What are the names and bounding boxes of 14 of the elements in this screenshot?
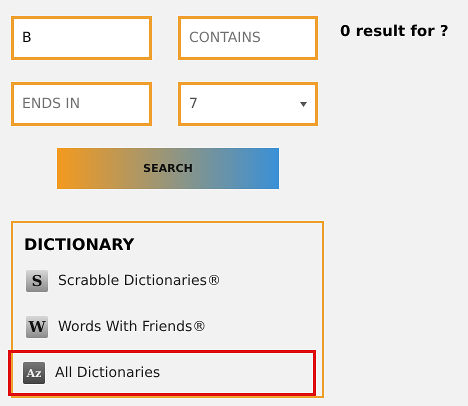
- caret-icon: [300, 102, 307, 106]
- text-field[interactable]: CONTAINS: [178, 16, 318, 60]
- dictionary-item[interactable]: S Scrabble Dictionaries®: [13, 258, 322, 304]
- dictionary-item[interactable]: W Words With Friends®: [13, 304, 322, 350]
- dictionary-item[interactable]: Az All Dictionaries: [8, 350, 316, 396]
- letter-tile-icon: Az: [23, 362, 45, 384]
- panel-title: DICTIONARY: [24, 235, 134, 254]
- letters-field[interactable]: B: [11, 16, 152, 60]
- letter-tile-icon: W: [26, 316, 48, 338]
- text-field[interactable]: ENDS IN: [11, 82, 152, 126]
- search-button[interactable]: SEARCH: [57, 148, 279, 189]
- letter-tile-icon: S: [26, 270, 48, 292]
- result-text: 0 result for ?: [340, 22, 449, 42]
- length-dropdown[interactable]: 7: [178, 82, 318, 126]
